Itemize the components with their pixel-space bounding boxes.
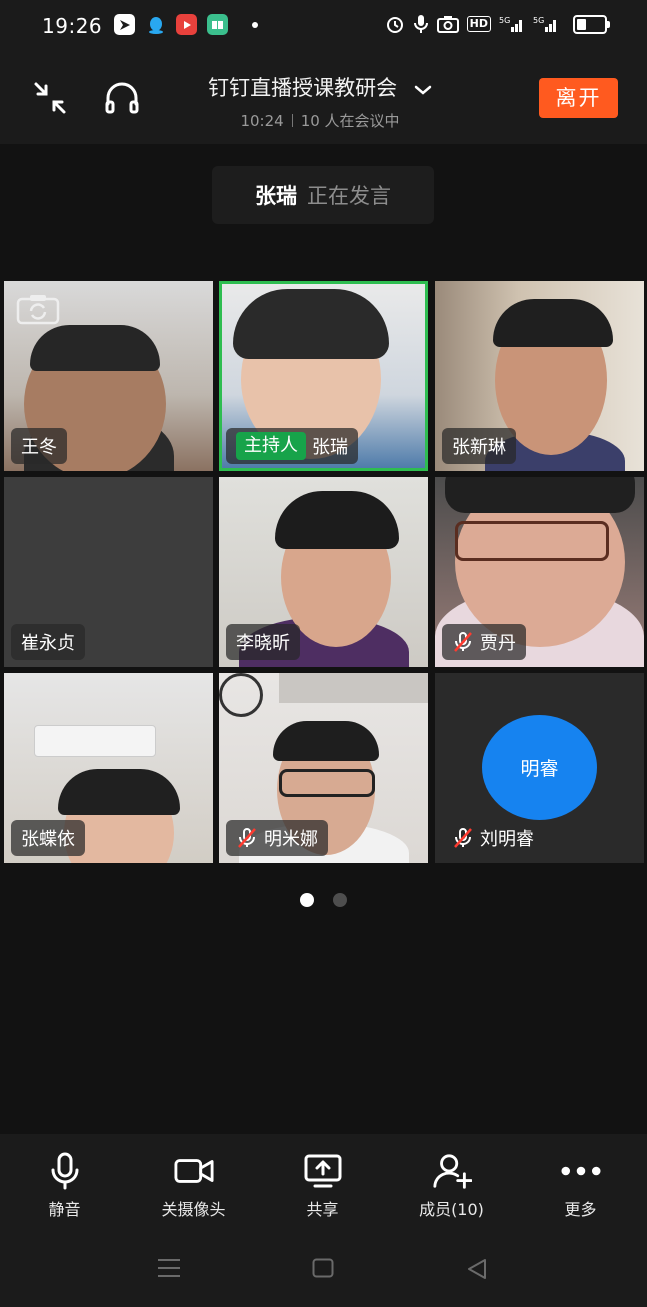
meeting-duration: 10:24 — [240, 112, 284, 130]
mic-muted-icon — [236, 827, 258, 849]
participant-name: 张蝶依 — [21, 829, 75, 850]
page-dot[interactable] — [333, 893, 347, 907]
microphone-icon — [45, 1152, 85, 1190]
mic-muted-icon — [452, 631, 474, 653]
participant-name: 刘明睿 — [480, 829, 534, 850]
more-notifications-dot — [252, 21, 258, 28]
video-tile[interactable]: 明米娜 — [219, 673, 428, 863]
participant-namebar: 主持人 张瑞 — [226, 428, 358, 464]
video-tile[interactable]: 张蝶依 — [4, 673, 213, 863]
qq-icon — [145, 14, 166, 35]
mic-muted-icon — [452, 827, 474, 849]
add-member-icon — [432, 1152, 472, 1190]
camera-status-icon — [436, 14, 459, 34]
participant-name: 崔永贞 — [21, 633, 75, 654]
participant-namebar: 李晓昕 — [226, 624, 300, 660]
participant-name: 张新琳 — [452, 437, 506, 458]
avatar: 明睿 — [482, 715, 597, 820]
battery-icon — [573, 14, 610, 34]
app-notification-icon — [114, 14, 135, 35]
book-app-icon — [207, 14, 228, 35]
participant-count: 10 人在会议中 — [300, 112, 400, 130]
svg-text:5G: 5G — [499, 16, 510, 25]
participant-name: 张瑞 — [312, 437, 348, 458]
back-icon[interactable] — [466, 1258, 488, 1284]
participant-name: 李晓昕 — [236, 633, 290, 654]
participant-namebar: 刘明睿 — [442, 820, 544, 856]
chevron-down-icon[interactable] — [414, 77, 432, 101]
members-label: 成员(10) — [419, 1200, 484, 1219]
participant-name: 贾丹 — [480, 633, 516, 654]
minimize-icon[interactable] — [30, 78, 70, 118]
camera-switch-icon[interactable] — [16, 293, 60, 325]
system-icons: HD 5G 5G — [385, 14, 610, 34]
video-tile[interactable]: 张新琳 — [435, 281, 644, 471]
mic-status-icon — [413, 14, 429, 34]
screen-share-icon — [303, 1152, 343, 1190]
home-icon[interactable] — [312, 1258, 334, 1282]
more-icon — [560, 1152, 601, 1190]
video-tile[interactable]: 明睿 刘明睿 — [435, 673, 644, 863]
meeting-title-area[interactable]: 钉钉直播授课教研会 10:24 10 人在会议中 — [160, 72, 480, 131]
system-navigation-bar — [0, 1230, 647, 1307]
video-grid: 王冬 主持人 张瑞 张新琳 崔永贞 李晓昕 贾丹 张蝶依 明米娜 明睿 刘明睿 — [4, 281, 644, 863]
hd-icon: HD — [466, 14, 491, 34]
video-tile[interactable]: 王冬 — [4, 281, 213, 471]
video-app-icon — [176, 14, 197, 35]
notification-icons — [114, 14, 258, 35]
participant-name: 王冬 — [21, 437, 57, 458]
active-speaker-indicator: 张瑞 正在发言 — [212, 166, 434, 224]
participant-namebar: 张新琳 — [442, 428, 516, 464]
active-speaker-status: 正在发言 — [307, 184, 391, 208]
headphones-icon[interactable] — [102, 78, 142, 118]
menu-icon[interactable] — [157, 1258, 181, 1282]
page-dot-active[interactable] — [300, 893, 314, 907]
meeting-toolbar: 静音 关摄像头 共享 成员(10) 更多 — [0, 1134, 647, 1230]
signal-5g-icon-1: 5G — [499, 14, 525, 34]
active-speaker-name: 张瑞 — [255, 184, 297, 208]
camera-off-label: 关摄像头 — [161, 1200, 226, 1219]
participant-namebar: 张蝶依 — [11, 820, 85, 856]
participant-name: 明米娜 — [264, 829, 318, 850]
more-button[interactable]: 更多 — [516, 1134, 645, 1230]
video-camera-icon — [173, 1152, 214, 1190]
meeting-title[interactable]: 钉钉直播授课教研会 — [160, 72, 480, 102]
status-bar: 19:26 HD 5G 5G — [0, 0, 647, 52]
video-tile[interactable]: 贾丹 — [435, 477, 644, 667]
participant-namebar: 明米娜 — [226, 820, 328, 856]
signal-5g-icon-2: 5G — [533, 14, 559, 34]
participant-namebar: 贾丹 — [442, 624, 526, 660]
video-tile[interactable]: 李晓昕 — [219, 477, 428, 667]
video-tile-active[interactable]: 主持人 张瑞 — [219, 281, 428, 471]
host-badge: 主持人 — [236, 432, 306, 460]
status-time: 19:26 — [42, 14, 103, 38]
participant-namebar: 崔永贞 — [11, 624, 85, 660]
leave-button[interactable]: 离开 — [539, 78, 618, 118]
mute-button[interactable]: 静音 — [0, 1134, 129, 1230]
meeting-subtitle: 10:24 10 人在会议中 — [160, 110, 480, 131]
share-label: 共享 — [306, 1200, 339, 1219]
participant-namebar: 王冬 — [11, 428, 67, 464]
svg-text:5G: 5G — [533, 16, 544, 25]
video-tile[interactable]: 崔永贞 — [4, 477, 213, 667]
page-indicator — [300, 893, 347, 907]
more-label: 更多 — [564, 1200, 597, 1219]
members-button[interactable]: 成员(10) — [387, 1134, 516, 1230]
meeting-header: 钉钉直播授课教研会 10:24 10 人在会议中 离开 — [0, 52, 647, 144]
camera-off-button[interactable]: 关摄像头 — [129, 1134, 258, 1230]
share-button[interactable]: 共享 — [258, 1134, 387, 1230]
mute-label: 静音 — [48, 1200, 81, 1219]
alarm-icon — [385, 14, 405, 34]
